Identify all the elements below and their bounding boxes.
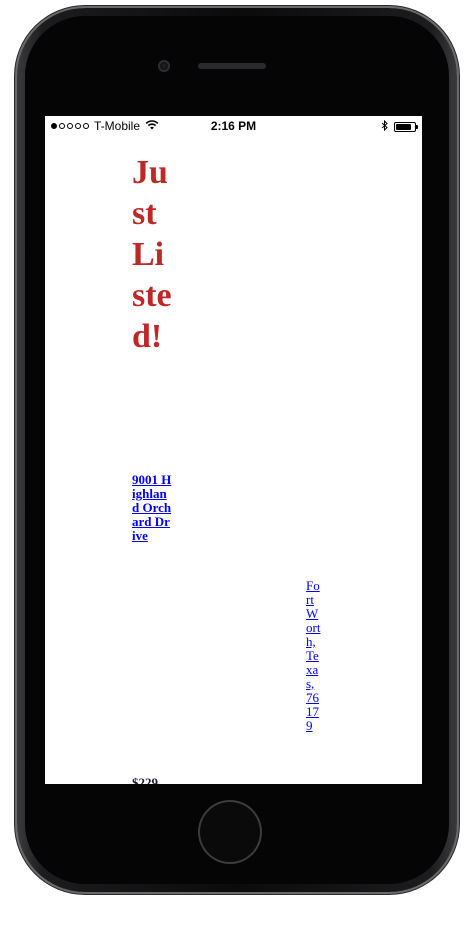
- price-text: $229: [132, 775, 158, 785]
- device-frame-stage: T-Mobile 2:16 PM Just Listed! 9001 Highl…: [0, 0, 474, 948]
- bluetooth-icon: [381, 119, 388, 134]
- battery-icon: [394, 122, 418, 132]
- status-bar: T-Mobile 2:16 PM: [45, 116, 422, 136]
- earpiece-speaker: [198, 63, 266, 69]
- city-link[interactable]: Fort Worth,Texas, 76179: [306, 579, 322, 733]
- home-button[interactable]: [198, 800, 262, 864]
- front-camera-icon: [158, 60, 170, 72]
- just-listed-heading: Just Listed!: [132, 154, 172, 355]
- status-time: 2:16 PM: [210, 119, 257, 133]
- address-link[interactable]: 9001 Highland Orchard Drive: [132, 473, 172, 543]
- status-right: [381, 119, 418, 134]
- phone-screen: T-Mobile 2:16 PM Just Listed! 9001 Highl…: [45, 116, 422, 784]
- battery-level-fill: [396, 124, 411, 130]
